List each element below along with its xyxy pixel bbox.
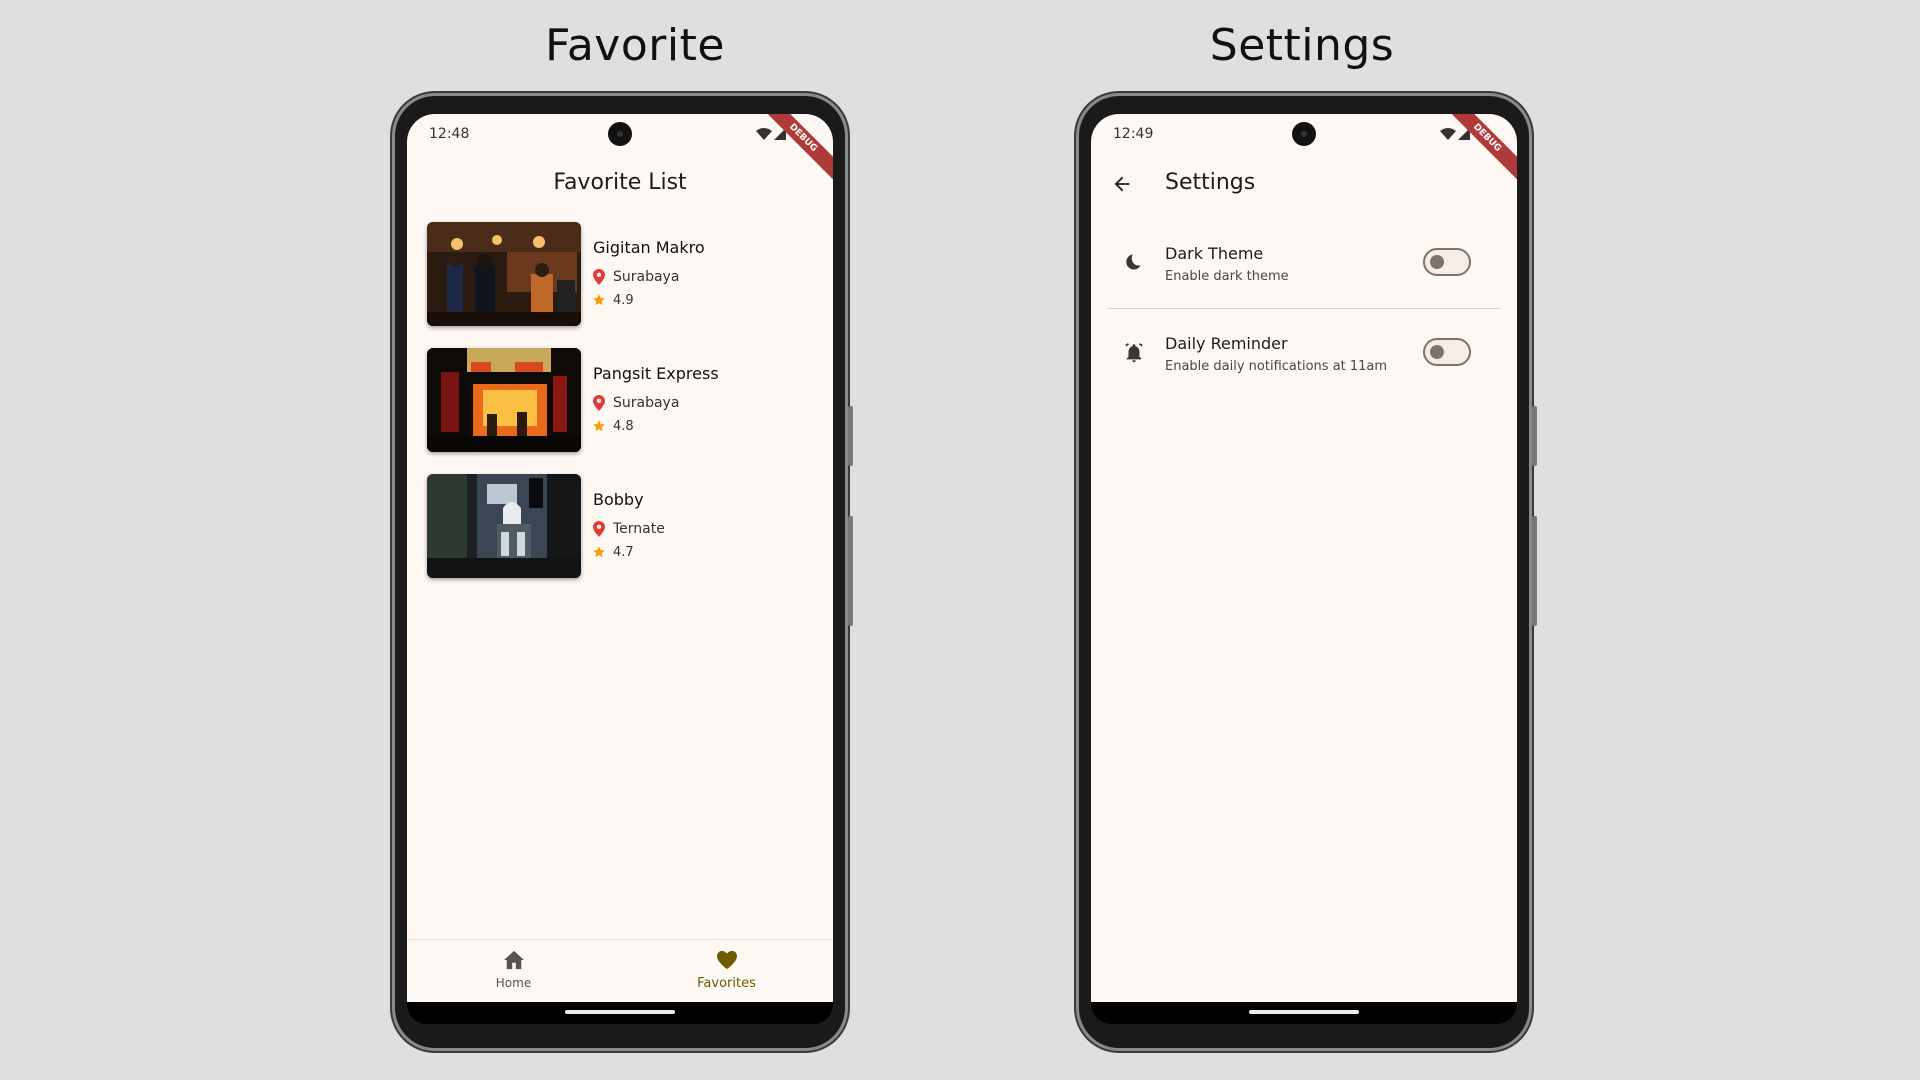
restaurant-rating: 4.8 bbox=[613, 419, 634, 434]
restaurant-name: Bobby bbox=[593, 490, 644, 509]
location-pin-icon bbox=[593, 521, 605, 537]
divider bbox=[1107, 308, 1501, 309]
location-pin-icon bbox=[593, 395, 605, 411]
nav-favorites[interactable]: Favorites bbox=[620, 950, 833, 991]
status-time: 12:49 bbox=[1113, 126, 1154, 142]
heart-icon bbox=[716, 950, 737, 970]
power-button bbox=[1532, 406, 1537, 466]
daily-reminder-toggle[interactable] bbox=[1423, 338, 1471, 366]
restaurant-thumbnail bbox=[427, 222, 581, 326]
setting-title: Daily Reminder bbox=[1165, 334, 1288, 353]
back-arrow-icon[interactable] bbox=[1111, 173, 1133, 195]
gesture-area bbox=[1091, 1002, 1517, 1024]
gesture-handle[interactable] bbox=[1249, 1010, 1359, 1014]
location-pin-icon bbox=[593, 269, 605, 285]
restaurant-thumbnail bbox=[427, 474, 581, 578]
volume-button bbox=[848, 516, 853, 626]
nav-favorites-label: Favorites bbox=[697, 976, 756, 991]
restaurant-name: Gigitan Makro bbox=[593, 238, 705, 257]
phone-settings: 12:49 DEBUG Settings Dark Theme Enable d… bbox=[1079, 96, 1537, 1048]
restaurant-city: Surabaya bbox=[613, 395, 680, 411]
restaurant-city: Surabaya bbox=[613, 269, 680, 285]
nav-home[interactable]: Home bbox=[407, 950, 620, 990]
setting-subtitle: Enable dark theme bbox=[1165, 269, 1289, 284]
volume-button bbox=[1532, 516, 1537, 626]
star-icon bbox=[593, 294, 605, 306]
front-camera bbox=[1292, 122, 1316, 146]
settings-screen: 12:49 DEBUG Settings Dark Theme Enable d… bbox=[1091, 114, 1517, 1002]
setting-subtitle: Enable daily notifications at 11am bbox=[1165, 359, 1388, 374]
list-item[interactable]: Gigitan Makro Surabaya 4.9 bbox=[427, 222, 817, 326]
moon-icon bbox=[1126, 254, 1141, 270]
nav-home-label: Home bbox=[495, 976, 532, 990]
list-item[interactable]: Bobby Ternate 4.7 bbox=[427, 474, 817, 578]
restaurant-rating: 4.7 bbox=[613, 545, 634, 560]
dark-theme-toggle[interactable] bbox=[1423, 248, 1471, 276]
toggle-knob bbox=[1430, 345, 1444, 359]
status-time: 12:48 bbox=[429, 126, 470, 142]
setting-title: Dark Theme bbox=[1165, 244, 1264, 263]
panel-title-favorite: Favorite bbox=[545, 20, 725, 71]
page-title: Favorite List bbox=[553, 170, 687, 195]
toggle-knob bbox=[1430, 255, 1444, 269]
gesture-handle[interactable] bbox=[565, 1010, 675, 1014]
app-bar: Settings bbox=[1091, 170, 1517, 200]
setting-dark-theme[interactable]: Dark Theme Enable dark theme bbox=[1091, 236, 1517, 298]
restaurant-thumbnail bbox=[427, 348, 581, 452]
alarm-bell-icon bbox=[1125, 343, 1143, 363]
restaurant-name: Pangsit Express bbox=[593, 364, 719, 383]
favorite-screen: 12:48 DEBUG Favorite List Gigitan Makro … bbox=[407, 114, 833, 1002]
bottom-navigation: Home Favorites bbox=[407, 939, 833, 1002]
gesture-area bbox=[407, 1002, 833, 1024]
restaurant-rating: 4.9 bbox=[613, 293, 634, 308]
star-icon bbox=[593, 546, 605, 558]
power-button bbox=[848, 406, 853, 466]
setting-daily-reminder[interactable]: Daily Reminder Enable daily notification… bbox=[1091, 326, 1517, 388]
list-item[interactable]: Pangsit Express Surabaya 4.8 bbox=[427, 348, 817, 452]
star-icon bbox=[593, 420, 605, 432]
panel-title-settings: Settings bbox=[1209, 20, 1395, 71]
phone-favorite: 12:48 DEBUG Favorite List Gigitan Makro … bbox=[395, 96, 853, 1048]
front-camera bbox=[608, 122, 632, 146]
home-icon bbox=[503, 950, 524, 970]
page-title: Settings bbox=[1165, 170, 1256, 195]
restaurant-city: Ternate bbox=[613, 521, 665, 537]
